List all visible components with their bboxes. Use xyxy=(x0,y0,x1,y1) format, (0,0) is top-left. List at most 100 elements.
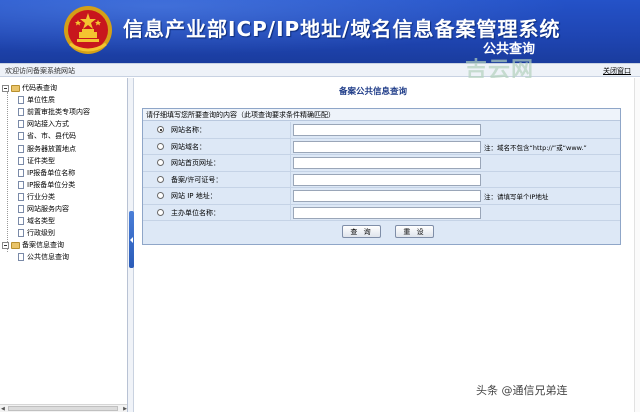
column-divider xyxy=(290,155,291,172)
page-title: 备案公共信息查询 xyxy=(339,87,408,97)
form-row-site-name: 网站名称： xyxy=(143,122,620,139)
header-banner: 信息产业部ICP/IP地址/域名信息备案管理系统 公共查询 xyxy=(0,0,640,63)
radio-domain[interactable] xyxy=(157,142,164,150)
document-icon xyxy=(18,132,24,141)
radio-homepage-url[interactable] xyxy=(157,159,164,166)
row-label: 网站首页网址： xyxy=(171,159,220,167)
tree-item[interactable]: 公共信息查询 xyxy=(2,251,90,263)
tree-item[interactable]: 单位性质 xyxy=(2,94,90,106)
form-row-license-number: 备案/许可证号： xyxy=(143,171,620,188)
radio-sponsor-name[interactable] xyxy=(157,208,164,216)
tree-item[interactable]: 网站服务内容 xyxy=(2,203,90,215)
footer-watermark: 头条 @通信兄弟连 xyxy=(476,384,568,397)
tree-item[interactable]: 行业分类 xyxy=(2,191,90,203)
tree-group-label[interactable]: 代码表查询 xyxy=(22,83,57,93)
form-row-domain: 网站域名： 注：域名不包含“http://”或“www.” xyxy=(143,138,620,155)
tree-group-code-tables[interactable]: 代码表查询 xyxy=(2,82,90,94)
window-scrollbar-edge xyxy=(634,78,640,412)
homepage-url-input[interactable] xyxy=(293,157,481,169)
folder-icon xyxy=(11,241,20,249)
main-content: 备案公共信息查询 请仔细填写您所要查询的内容（此项查询要求条件精确匹配） 网站名… xyxy=(135,78,640,412)
tree-item-label[interactable]: IP报备单位名称 xyxy=(27,168,75,178)
tree-item-label[interactable]: 行业分类 xyxy=(27,192,55,202)
radio-license-number[interactable] xyxy=(157,175,164,183)
document-icon xyxy=(18,229,24,238)
reset-button[interactable]: 重 设 xyxy=(395,225,434,238)
form-row-sponsor-name: 主办单位名称： xyxy=(143,204,620,221)
tree-item-label[interactable]: 公共信息查询 xyxy=(27,252,69,262)
column-divider xyxy=(290,138,291,155)
top-status-bar: 欢迎访问备案系统网站 关闭窗口 xyxy=(0,63,640,77)
close-window-link[interactable]: 关闭窗口 xyxy=(603,66,631,76)
tree-item-label[interactable]: 前置审批类专项内容 xyxy=(27,107,90,117)
ip-note: 注：请填写单个IP地址 xyxy=(484,193,549,201)
tree-item[interactable]: 省、市、县代码 xyxy=(2,130,90,142)
document-icon xyxy=(18,120,24,129)
tree-item-label[interactable]: 网站服务内容 xyxy=(27,204,69,214)
document-icon xyxy=(18,180,24,189)
tree-item-label[interactable]: 证件类型 xyxy=(27,156,55,166)
document-icon xyxy=(18,144,24,153)
sponsor-name-input[interactable] xyxy=(293,206,481,219)
tree-item[interactable]: IP报备单位名称 xyxy=(2,167,90,179)
query-button[interactable]: 查 询 xyxy=(342,225,381,238)
document-icon xyxy=(18,253,24,262)
radio-site-name[interactable] xyxy=(157,126,164,133)
tree-item-label[interactable]: 省、市、县代码 xyxy=(27,131,76,141)
document-icon xyxy=(18,168,24,177)
column-divider xyxy=(290,204,291,221)
tree-item-label[interactable]: 单位性质 xyxy=(27,95,55,105)
row-label: 主办单位名称： xyxy=(171,208,220,217)
collapse-sidebar-handle[interactable] xyxy=(129,211,134,268)
column-divider xyxy=(290,171,291,188)
document-icon xyxy=(18,108,24,117)
document-icon xyxy=(18,96,24,105)
radio-ip-address[interactable] xyxy=(157,192,164,199)
tree-item-label[interactable]: 行政级别 xyxy=(27,228,55,238)
collapse-icon[interactable] xyxy=(2,241,9,249)
site-name-input[interactable] xyxy=(293,124,481,136)
form-instructions: 请仔细填写您所要查询的内容（此项查询要求条件精确匹配） xyxy=(143,109,620,121)
query-form: 请仔细填写您所要查询的内容（此项查询要求条件精确匹配） 网站名称： 网站域名： … xyxy=(142,108,621,245)
tree-item-label[interactable]: 服务器放置地点 xyxy=(27,144,76,154)
tree-item[interactable]: 网站接入方式 xyxy=(2,118,90,130)
scroll-right-icon[interactable]: ▶ xyxy=(123,406,127,412)
domain-input[interactable] xyxy=(293,140,481,153)
row-label: 网站 IP 地址： xyxy=(171,192,217,200)
tree-item-label[interactable]: IP报备单位分类 xyxy=(27,180,75,190)
sidebar-tree: 代码表查询 单位性质 前置审批类专项内容 网站接入方式 省、市、县代码 服务器放… xyxy=(2,82,90,263)
tree-item-label[interactable]: 网站接入方式 xyxy=(27,119,69,129)
ip-address-input[interactable] xyxy=(293,190,481,202)
sidebar-horizontal-scrollbar[interactable]: ◀ ▶ xyxy=(0,404,127,412)
form-row-homepage-url: 网站首页网址： xyxy=(143,155,620,172)
tree-item[interactable]: 域名类型 xyxy=(2,215,90,227)
tree-item[interactable]: 前置审批类专项内容 xyxy=(2,106,90,118)
folder-icon xyxy=(11,84,20,92)
tree-group-label[interactable]: 备案信息查询 xyxy=(22,240,64,250)
document-icon xyxy=(18,217,24,226)
license-number-input[interactable] xyxy=(293,173,481,186)
column-divider xyxy=(290,188,291,205)
tree-item[interactable]: 服务器放置地点 xyxy=(2,142,90,154)
domain-note: 注：域名不包含“http://”或“www.” xyxy=(484,143,587,152)
document-icon xyxy=(18,192,24,201)
column-divider xyxy=(290,122,291,139)
sidebar-tree-panel: 代码表查询 单位性质 前置审批类专项内容 网站接入方式 省、市、县代码 服务器放… xyxy=(0,78,128,412)
tree-item-label[interactable]: 域名类型 xyxy=(27,216,55,226)
document-icon xyxy=(18,204,24,213)
tree-item[interactable]: 证件类型 xyxy=(2,155,90,167)
tree-group-record-query[interactable]: 备案信息查询 xyxy=(2,239,90,251)
collapse-icon[interactable] xyxy=(2,84,9,92)
row-label: 备案/许可证号： xyxy=(171,175,223,184)
scrollbar-thumb[interactable] xyxy=(8,406,118,411)
scroll-left-icon[interactable]: ◀ xyxy=(1,406,5,412)
national-emblem-icon xyxy=(64,6,112,54)
tree-item[interactable]: IP报备单位分类 xyxy=(2,179,90,191)
form-row-ip-address: 网站 IP 地址： 注：请填写单个IP地址 xyxy=(143,188,620,205)
tree-item[interactable]: 行政级别 xyxy=(2,227,90,239)
row-label: 网站名称： xyxy=(171,126,206,134)
document-icon xyxy=(18,156,24,165)
form-instructions-text: 请仔细填写您所要查询的内容（此项查询要求条件精确匹配） xyxy=(146,111,335,119)
form-button-bar: 查 询 重 设 xyxy=(143,221,620,244)
row-label: 网站域名： xyxy=(171,142,206,151)
